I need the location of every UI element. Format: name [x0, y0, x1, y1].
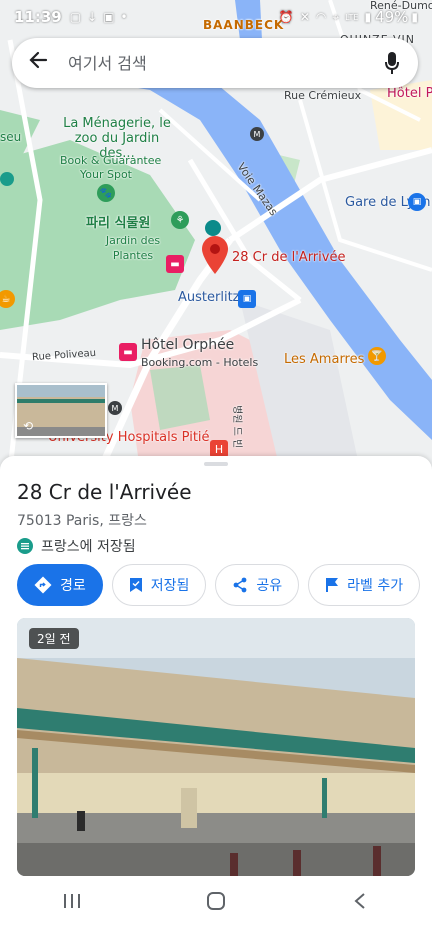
add-label-text: 라벨 추가: [347, 578, 404, 594]
saved-list-text: 프랑스에 저장됨: [41, 539, 136, 555]
status-right-icons: ⏰ ✕ ◠ ⌖ LTE ▮: [279, 10, 371, 25]
directions-label: 경로: [60, 578, 86, 594]
battery-percent: 49%: [375, 8, 409, 26]
map-label-your-spot: Your Spot: [80, 168, 132, 181]
wifi-icon: ◠: [315, 10, 327, 24]
home-icon: [207, 892, 225, 910]
park-icon[interactable]: ⚘: [171, 211, 189, 229]
saved-button[interactable]: 저장됨: [111, 564, 207, 606]
search-input[interactable]: [68, 53, 382, 73]
map-label-austerlitz: Austerlitz: [178, 290, 240, 305]
action-chips: 경로 저장됨 공유 라벨 추가: [17, 564, 421, 606]
map-label-rue-cremieux: Rue Crémieux: [284, 89, 362, 102]
search-bar[interactable]: [12, 38, 418, 88]
place-photo-image: [17, 618, 415, 876]
location-icon: ⌖: [332, 9, 340, 24]
back-icon: [354, 893, 365, 909]
flag-icon: [325, 577, 339, 593]
system-nav-bar: [0, 876, 432, 926]
share-label: 공유: [256, 578, 283, 594]
map-label-seu: seu: [0, 130, 22, 144]
alarm-icon: ⏰: [278, 10, 294, 24]
bar-icon[interactable]: 🍸: [368, 347, 386, 365]
location-pin-icon[interactable]: [202, 236, 228, 274]
talk-icon: ▢: [69, 10, 82, 24]
bookmark-icon: [129, 577, 143, 593]
mute-icon: ✕: [299, 10, 310, 24]
map-label-vertical-kr: 병원 드 빈: [231, 405, 242, 449]
share-icon: [232, 577, 248, 593]
directions-button[interactable]: 경로: [17, 564, 103, 606]
signal-icon: ▮: [364, 10, 372, 24]
map-label-book-guarantee: Book & Guarantee: [60, 154, 162, 167]
saved-label: 저장됨: [150, 578, 190, 594]
microphone-icon[interactable]: [382, 51, 402, 75]
dot-icon: •: [120, 10, 128, 24]
street-view-thumbnail[interactable]: ⟲: [15, 383, 107, 438]
recent-apps-icon: [64, 894, 80, 908]
back-arrow-icon[interactable]: [28, 50, 58, 76]
place-bottom-sheet[interactable]: 28 Cr de l'Arrivée 75013 Paris, 프랑스 프랑스에…: [0, 456, 432, 876]
map-label-pin: 28 Cr de l'Arrivée: [232, 250, 346, 265]
share-button[interactable]: 공유: [215, 564, 300, 606]
metro-icon-2[interactable]: M: [108, 401, 122, 415]
status-bar: 11:39 ▢ ↓ ▣ • ⏰ ✕ ◠ ⌖ LTE ▮ 49% ▮: [0, 0, 432, 34]
map-label-jardin-fr: Jardin des Plantes: [105, 234, 161, 262]
map-label-les-amarres: Les Amarres: [284, 352, 365, 367]
map-label-jardin-kr: 파리 식물원: [86, 216, 151, 231]
map-label-booking: Booking.com - Hotels: [141, 356, 259, 369]
app: BAANBECK QUINZE-VIN René-Dumont Rue Crém…: [0, 0, 432, 926]
drag-handle[interactable]: [204, 462, 228, 466]
status-left-icons: ▢ ↓ ▣ •: [70, 10, 128, 24]
metro-icon[interactable]: M: [250, 127, 264, 141]
saved-list-row[interactable]: 프랑스에 저장됨: [17, 536, 136, 556]
list-icon: [17, 538, 33, 554]
place-photo[interactable]: 2일 전: [17, 618, 415, 876]
status-time: 11:39: [14, 8, 62, 26]
hotel-orphee-icon[interactable]: ▬: [119, 343, 137, 361]
download-icon: ↓: [87, 10, 98, 24]
map-label-hotel-orphee: Hôtel Orphée: [141, 337, 235, 353]
directions-icon: [34, 576, 52, 594]
lte-icon: LTE: [345, 12, 359, 22]
gallery-icon: ▣: [103, 10, 115, 24]
place-icon[interactable]: [0, 172, 14, 186]
poi-teal-icon[interactable]: [205, 220, 221, 236]
place-title: 28 Cr de l'Arrivée: [17, 480, 192, 504]
place-address: 75013 Paris, 프랑스: [17, 513, 147, 529]
street-view-360-icon: ⟲: [23, 419, 34, 433]
back-button[interactable]: [330, 881, 390, 921]
station-icon[interactable]: ▣: [238, 290, 256, 308]
recent-apps-button[interactable]: [42, 881, 102, 921]
map-view[interactable]: BAANBECK QUINZE-VIN René-Dumont Rue Crém…: [0, 0, 432, 470]
map-label-hotel-p: Hôtel P: [387, 86, 432, 101]
hotel-icon[interactable]: ▬: [166, 255, 184, 273]
home-button[interactable]: [186, 881, 246, 921]
paw-icon[interactable]: 🐾: [97, 184, 115, 202]
battery-icon: ▮: [411, 10, 418, 24]
add-label-button[interactable]: 라벨 추가: [308, 564, 421, 606]
train-icon[interactable]: ▣: [408, 193, 426, 211]
photo-age-badge: 2일 전: [29, 628, 79, 649]
